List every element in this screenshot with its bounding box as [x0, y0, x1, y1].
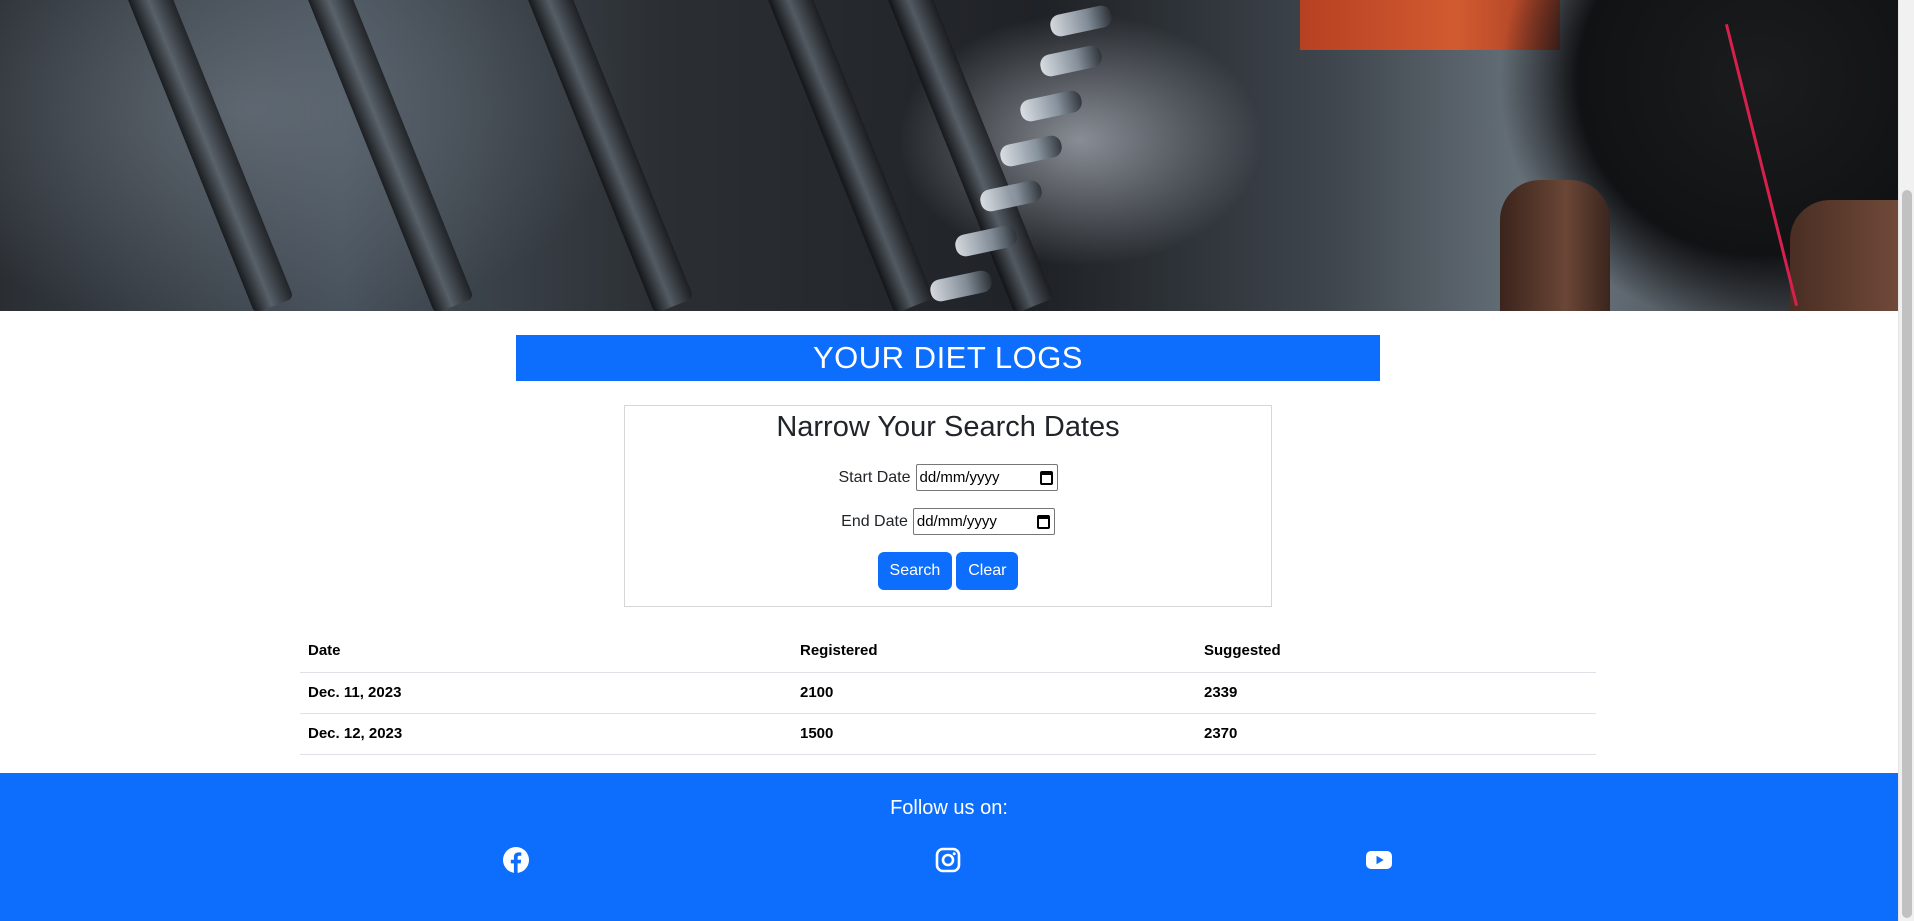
form-buttons: Search Clear: [625, 552, 1271, 590]
start-date-placeholder: dd/mm/yyyy: [919, 469, 1000, 486]
column-header-suggested: Suggested: [1196, 630, 1596, 673]
cell-date: Dec. 11, 2023: [300, 672, 792, 714]
start-date-input[interactable]: dd/mm/yyyy: [915, 464, 1058, 491]
search-button[interactable]: Search: [877, 552, 953, 590]
hero-image: [0, 0, 1898, 311]
follow-us-text: Follow us on:: [890, 797, 1008, 819]
column-header-registered: Registered: [792, 630, 1196, 673]
youtube-icon[interactable]: [1365, 846, 1393, 874]
scrollbar-thumb[interactable]: [1902, 190, 1912, 918]
cell-date: Dec. 12, 2023: [300, 713, 792, 755]
end-date-placeholder: dd/mm/yyyy: [916, 513, 997, 530]
end-date-row: End Date dd/mm/yyyy: [625, 508, 1271, 535]
search-heading: Narrow Your Search Dates: [776, 411, 1120, 443]
column-header-date: Date: [300, 630, 792, 673]
clear-button[interactable]: Clear: [956, 552, 1019, 590]
facebook-icon[interactable]: [502, 846, 530, 874]
calendar-icon[interactable]: [1039, 470, 1053, 485]
cell-registered: 1500: [792, 713, 1196, 755]
start-date-row: Start Date dd/mm/yyyy: [625, 464, 1271, 491]
end-date-label: End Date: [841, 512, 908, 530]
table-header-row: Date Registered Suggested: [300, 630, 1596, 673]
start-date-label: Start Date: [838, 468, 911, 486]
vertical-scrollbar[interactable]: [1898, 0, 1914, 921]
diet-log-table: Date Registered Suggested Dec. 11, 2023 …: [300, 630, 1596, 755]
end-date-input[interactable]: dd/mm/yyyy: [912, 508, 1055, 535]
cell-suggested: 2339: [1196, 672, 1596, 714]
footer: Follow us on:: [0, 773, 1898, 921]
table-row: Dec. 12, 2023 1500 2370: [300, 713, 1596, 755]
date-search-form: Narrow Your Search Dates Start Date dd/m…: [624, 405, 1272, 607]
cell-suggested: 2370: [1196, 713, 1596, 755]
cell-registered: 2100: [792, 672, 1196, 714]
calendar-icon[interactable]: [1036, 514, 1050, 529]
instagram-icon[interactable]: [934, 846, 962, 874]
page: YOUR DIET LOGS Narrow Your Search Dates …: [0, 0, 1914, 921]
table-row: Dec. 11, 2023 2100 2339: [300, 672, 1596, 714]
viewport: YOUR DIET LOGS Narrow Your Search Dates …: [0, 0, 1898, 921]
page-title: YOUR DIET LOGS: [516, 335, 1380, 381]
